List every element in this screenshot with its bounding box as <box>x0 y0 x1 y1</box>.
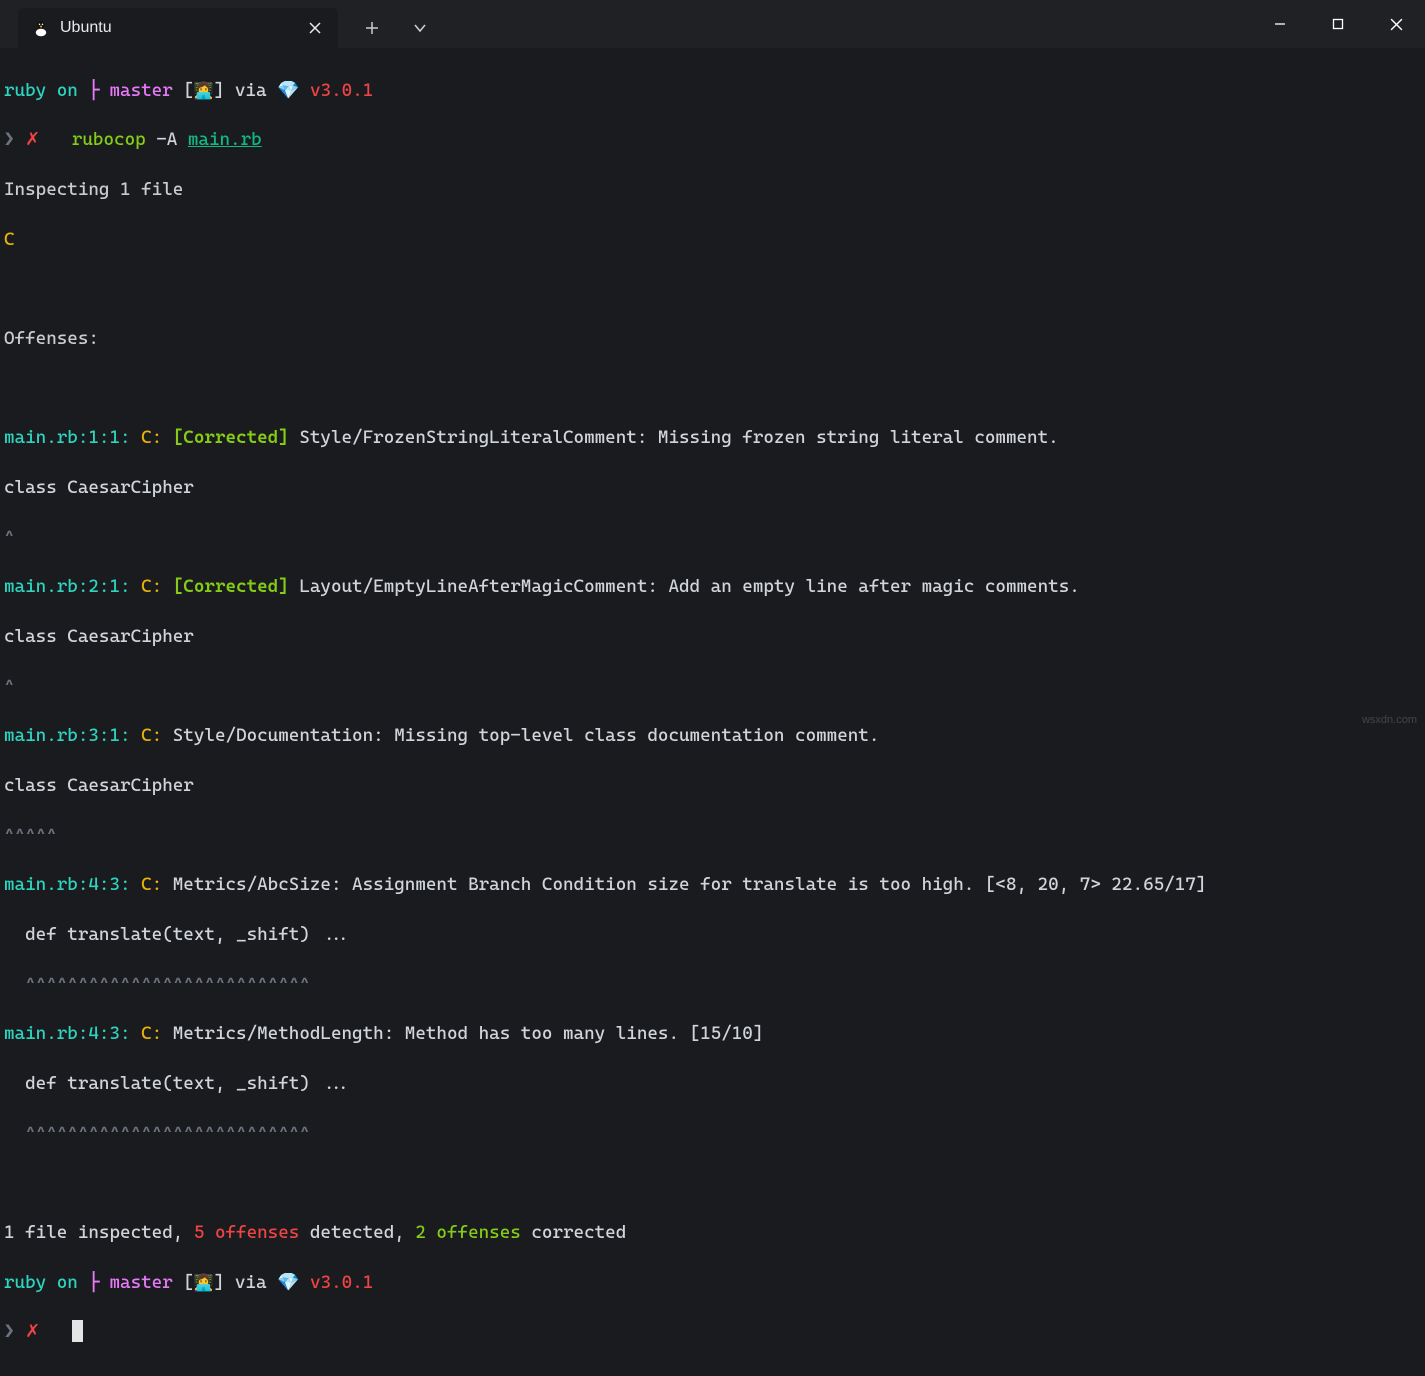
prompt-line-2: ruby on ├ master [👩‍💻] via 💎 v3.0.1 <box>4 1271 1421 1296</box>
command-line: ❯ ✗ rubocop -A main.rb <box>4 128 1421 153</box>
diamond-icon: 💎 <box>277 80 299 101</box>
cross-icon: ✗ <box>25 129 40 150</box>
cursor <box>72 1320 83 1342</box>
prompt-line-1: ruby on ├ master [👩‍💻] via 💎 v3.0.1 <box>4 79 1421 104</box>
offense-4-source: def translate(text, _shift) ... <box>4 923 1421 948</box>
blank-line <box>4 377 1421 402</box>
file-link[interactable]: main.rb <box>188 129 262 150</box>
blank-line <box>4 1171 1421 1196</box>
offense-2-caret: ^ <box>4 675 1421 700</box>
offense-3: main.rb:3:1: C: Style/Documentation: Mis… <box>4 724 1421 749</box>
offense-3-caret: ^^^^^ <box>4 824 1421 849</box>
titlebar: Ubuntu <box>0 0 1425 48</box>
tab-title: Ubuntu <box>60 19 294 37</box>
tab-close-button[interactable] <box>304 17 326 39</box>
tux-icon <box>32 19 50 37</box>
offense-4: main.rb:4:3: C: Metrics/AbcSize: Assignm… <box>4 873 1421 898</box>
offense-1-caret: ^ <box>4 526 1421 551</box>
offense-1-source: class CaesarCipher <box>4 476 1421 501</box>
offense-3-source: class CaesarCipher <box>4 774 1421 799</box>
offense-5: main.rb:4:3: C: Metrics/MethodLength: Me… <box>4 1022 1421 1047</box>
offense-5-source: def translate(text, _shift) ... <box>4 1072 1421 1097</box>
status-indicator: C <box>4 228 1421 253</box>
blank-line <box>4 277 1421 302</box>
output-line: Inspecting 1 file <box>4 178 1421 203</box>
offense-4-caret: ^^^^^^^^^^^^^^^^^^^^^^^^^^^ <box>4 973 1421 998</box>
summary-line: 1 file inspected, 5 offenses detected, 2… <box>4 1221 1421 1246</box>
terminal-tab[interactable]: Ubuntu <box>18 8 338 48</box>
new-tab-button[interactable] <box>348 8 396 48</box>
tab-dropdown-button[interactable] <box>396 8 444 48</box>
window-close-button[interactable] <box>1367 0 1425 48</box>
user-emoji-icon: 👩‍💻 <box>194 81 214 100</box>
terminal-output[interactable]: ruby on ├ master [👩‍💻] via 💎 v3.0.1 ❯ ✗ … <box>0 48 1425 1376</box>
user-emoji-icon: 👩‍💻 <box>194 1273 214 1292</box>
offense-1: main.rb:1:1: C: [Corrected] Style/Frozen… <box>4 426 1421 451</box>
cross-icon: ✗ <box>25 1321 40 1342</box>
watermark: wsxdn.com <box>1362 714 1417 726</box>
offense-2: main.rb:2:1: C: [Corrected] Layout/Empty… <box>4 575 1421 600</box>
prompt-arrow-icon: ❯ <box>4 129 15 150</box>
diamond-icon: 💎 <box>277 1272 299 1293</box>
prompt-arrow-icon: ❯ <box>4 1321 15 1342</box>
offense-5-caret: ^^^^^^^^^^^^^^^^^^^^^^^^^^^ <box>4 1122 1421 1147</box>
prompt-ready[interactable]: ❯ ✗ <box>4 1320 1421 1345</box>
minimize-button[interactable] <box>1251 0 1309 48</box>
offense-2-source: class CaesarCipher <box>4 625 1421 650</box>
maximize-button[interactable] <box>1309 0 1367 48</box>
window-controls <box>1251 0 1425 48</box>
offenses-header: Offenses: <box>4 327 1421 352</box>
